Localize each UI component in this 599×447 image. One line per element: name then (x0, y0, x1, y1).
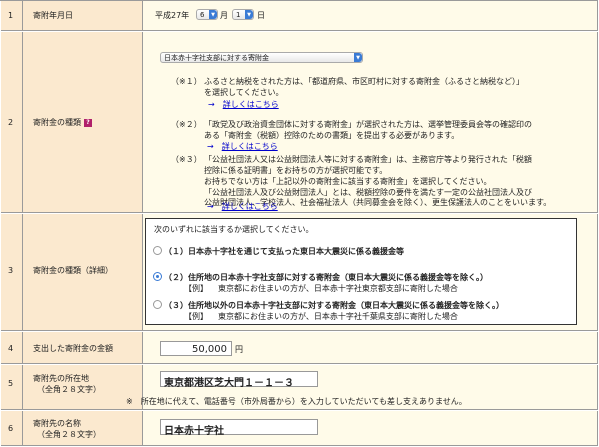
option1-radio[interactable] (153, 246, 162, 255)
option1-label[interactable]: （１）日本赤十字社を通じて支払った東日本大震災に係る義援金等 (164, 246, 404, 257)
option2-example: 東京都にお住まいの方が、日本赤十字社東京都支部に寄附した場合 (218, 284, 458, 293)
amount-unit: 円 (235, 345, 243, 354)
option2-example-tag: 【例】 (184, 284, 208, 293)
option3-example-tag: 【例】 (184, 312, 208, 321)
note3-line3: お持ちでない方は「上記以外の寄附金に該当する寄附金」を選択してください。 (204, 177, 492, 186)
option2-radio[interactable] (153, 272, 162, 281)
more-info-link-1[interactable]: → 詳しくはこちら (208, 99, 279, 110)
donation-amount-label: 支出した寄附金の金額 (33, 344, 113, 353)
recipient-name-limit: （全角２８文字） (37, 430, 101, 439)
month-select[interactable]: 6 ▼ (196, 9, 218, 20)
row-recipient-name: 6 寄附先の名称 （全角２８文字） 日本赤十字社 (1, 411, 598, 446)
help-icon[interactable]: ? (84, 118, 92, 127)
era-label: 平成27年 (155, 11, 190, 20)
recipient-name-input[interactable]: 日本赤十字社 (160, 419, 318, 437)
note2-line2: ある「寄附金（税額）控除のための書類」を提出する必要があります。 (204, 131, 460, 140)
amount-input[interactable]: 50,000 (160, 341, 232, 356)
more-info-link-3[interactable]: → 詳しくはこちら (207, 201, 278, 212)
more-info-link-2[interactable]: → 詳しくはこちら (207, 141, 278, 152)
row-donation-amount: 4 支出した寄附金の金額 50,000 円 (1, 332, 598, 364)
note3-line1: 「公益社団法人又は公益財団法人等に対する寄附金」は、主務官庁等より発行された「税… (204, 155, 532, 164)
row-number: 1 (8, 11, 14, 20)
option3-radio[interactable] (153, 300, 162, 309)
day-select[interactable]: 1 ▼ (232, 9, 254, 20)
option3-label[interactable]: （３）住所地以外の日本赤十字社支部に対する寄附金（東日本大震災に係る義援金等を除… (164, 300, 504, 311)
row-number: 4 (8, 344, 14, 353)
donation-date-label: 寄附年月日 (33, 11, 73, 20)
row-number: 2 (8, 118, 14, 127)
note1-line2: を選択してください。 (204, 88, 284, 97)
row-number: 5 (8, 379, 14, 388)
recipient-address-limit: （全角２８文字） (37, 385, 101, 394)
option2-label[interactable]: （２）住所地の日本赤十字社支部に対する寄附金（東日本大震災に係る義援金等を除く。… (164, 272, 488, 283)
donation-form: 1 寄附年月日 平成27年 6 ▼ 月 1 ▼ 日 2 寄附金の種類? 日本赤十字社… (0, 0, 598, 446)
chevron-down-icon: ▼ (245, 10, 253, 19)
detail-options-box: 次のいずれに該当するか選択してください。 （１）日本赤十字社を通じて支払った東日… (145, 218, 577, 325)
month-unit: 月 (220, 11, 228, 20)
row-recipient-address: 5 寄附先の所在地 （全角２８文字） 東京都港区芝大門１－１－３ ※ 所在地に代… (1, 365, 598, 410)
chevron-down-icon: ▼ (354, 53, 362, 62)
recipient-address-label: 寄附先の所在地 (33, 374, 89, 383)
recipient-name-label: 寄附先の名称 (33, 419, 81, 428)
detail-prompt: 次のいずれに該当するか選択してください。 (154, 225, 314, 234)
note1-mark: （※１） (171, 77, 202, 86)
chevron-down-icon: ▼ (209, 10, 217, 19)
row-donation-detail: 3 寄附金の種類（詳細） 次のいずれに該当するか選択してください。 （１）日本赤… (1, 214, 598, 331)
note2-line1: 「政党及び政治資金団体に対する寄附金」が選択された方は、選挙管理委員会等の確認印… (204, 120, 532, 129)
row-number: 6 (8, 424, 14, 433)
donation-detail-label: 寄附金の種類（詳細） (33, 266, 113, 275)
note3-mark: （※３） (171, 155, 202, 164)
row-number: 3 (8, 266, 14, 275)
address-note: ※ 所在地に代えて、電話番号（市外局番から）を入力していただいても差し支えありま… (126, 397, 467, 406)
donation-type-label: 寄附金の種類 (33, 118, 81, 127)
note3-line2: 控除に係る証明書」をお持ちの方が選択可能です。 (204, 166, 388, 175)
donation-type-select[interactable]: 日本赤十字社支部に対する寄附金 ▼ (160, 52, 363, 63)
row-donation-type: 2 寄附金の種類? 日本赤十字社支部に対する寄附金 ▼ （※１） ふるさと納税をさ… (1, 32, 598, 213)
address-input[interactable]: 東京都港区芝大門１－１－３ (160, 371, 318, 389)
row-donation-date: 1 寄附年月日 平成27年 6 ▼ 月 1 ▼ 日 (1, 1, 598, 31)
day-unit: 日 (257, 11, 265, 20)
note2-mark: （※２） (171, 120, 202, 129)
note1-line1: ふるさと納税をされた方は、「都道府県、市区町村に対する寄附金（ふるさと納税など）… (204, 77, 524, 86)
option3-example: 東京都にお住まいの方が、日本赤十字社千葉県支部に寄附した場合 (218, 312, 458, 321)
